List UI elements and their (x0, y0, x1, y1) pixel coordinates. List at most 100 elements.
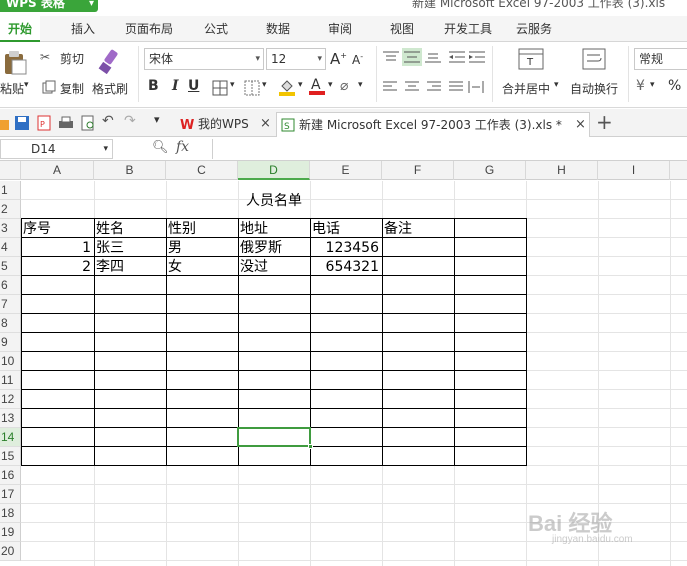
column-header-e[interactable]: E (310, 161, 382, 180)
header-cell-address[interactable]: 地址 (240, 220, 268, 238)
insert-function-button[interactable]: fx (176, 139, 189, 155)
column-header-a[interactable]: A (21, 161, 94, 180)
align-middle-icon[interactable] (402, 48, 422, 66)
row-header-9[interactable]: 9 (0, 333, 21, 352)
header-cell-no[interactable]: 序号 (23, 220, 51, 238)
justify-icon[interactable] (448, 80, 464, 94)
percent-button[interactable]: % (668, 78, 681, 94)
row-header-4[interactable]: 4 (0, 238, 21, 257)
name-box[interactable]: D14 ▾ (0, 139, 113, 159)
paste-icon[interactable] (2, 50, 28, 76)
folder-icon[interactable] (0, 115, 10, 131)
borders-icon[interactable] (212, 80, 228, 96)
cell-style-icon[interactable] (244, 80, 260, 96)
cut-button[interactable]: 剪切 (60, 50, 84, 67)
new-tab-icon[interactable]: + (596, 109, 613, 135)
tab-my-wps[interactable]: W 我的WPS × (176, 112, 271, 137)
copy-button[interactable]: 复制 (60, 80, 84, 97)
align-bottom-icon[interactable] (424, 50, 442, 64)
redo-icon[interactable]: ↷ (124, 113, 140, 129)
select-all-corner[interactable] (0, 161, 21, 180)
cell-name[interactable]: 张三 (96, 239, 124, 257)
cell-address[interactable]: 没过 (240, 258, 268, 276)
row-header-16[interactable]: 16 (0, 466, 21, 485)
header-cell-phone[interactable]: 电话 (312, 220, 340, 238)
fill-color-icon[interactable] (278, 78, 296, 96)
print-preview-icon[interactable] (80, 115, 96, 131)
merge-center-icon[interactable]: T (518, 48, 544, 72)
copy-icon[interactable] (42, 80, 56, 94)
chevron-down-icon[interactable]: ▾ (230, 80, 235, 90)
clear-format-icon[interactable]: ⌀ (340, 78, 348, 94)
row-header-7[interactable]: 7 (0, 295, 21, 314)
increase-indent-icon[interactable] (468, 50, 486, 64)
font-size-select[interactable]: 12 ▾ (266, 48, 326, 70)
chevron-down-icon[interactable]: ▾ (554, 80, 559, 90)
column-header-d[interactable]: D (238, 161, 310, 180)
wrap-text-button[interactable]: 自动换行 (570, 80, 618, 97)
save-icon[interactable] (14, 115, 30, 131)
cell-no[interactable]: 2 (21, 258, 91, 276)
cell-phone[interactable]: 654321 (310, 258, 379, 276)
wrap-text-icon[interactable] (582, 48, 606, 72)
row-header-6[interactable]: 6 (0, 276, 21, 295)
column-header-b[interactable]: B (94, 161, 166, 180)
tab-document[interactable]: S 新建 Microsoft Excel 97-2003 工作表 (3).xls… (276, 112, 590, 137)
tab-developer[interactable]: 开发工具 (440, 16, 496, 42)
cell-address[interactable]: 俄罗斯 (240, 239, 282, 257)
customize-qa-icon[interactable]: ▾ (154, 113, 170, 129)
italic-button[interactable]: I (172, 78, 179, 94)
undo-icon[interactable]: ↶ (102, 113, 118, 129)
tab-review[interactable]: 审阅 (320, 16, 360, 42)
header-cell-gender[interactable]: 性别 (168, 220, 196, 238)
export-pdf-icon[interactable]: P (36, 115, 52, 131)
tab-insert[interactable]: 插入 (62, 16, 104, 42)
chevron-down-icon[interactable]: ▾ (650, 80, 655, 90)
decrease-font-icon[interactable]: A- (352, 52, 363, 67)
row-header-2[interactable]: 2 (0, 200, 21, 219)
font-name-select[interactable]: 宋体 ▾ (144, 48, 264, 70)
row-header-17[interactable]: 17 (0, 485, 21, 504)
format-painter-button[interactable]: 格式刷 (92, 80, 128, 97)
row-header-19[interactable]: 19 (0, 523, 21, 542)
tab-cloud[interactable]: 云服务 (512, 16, 556, 42)
cell-gender[interactable]: 男 (168, 239, 182, 257)
scissors-icon[interactable]: ✂ (40, 50, 50, 64)
sheet-title-cell[interactable]: 人员名单 (238, 192, 310, 210)
cell-phone[interactable]: 123456 (310, 239, 379, 257)
cell-no[interactable]: 1 (21, 239, 91, 257)
row-header-12[interactable]: 12 (0, 390, 21, 409)
row-header-15[interactable]: 15 (0, 447, 21, 466)
align-left-icon[interactable] (382, 80, 398, 94)
active-cell-selection[interactable] (237, 427, 313, 449)
zoom-search-icon[interactable]: 🔍︎ (152, 140, 169, 155)
tab-data[interactable]: 数据 (258, 16, 298, 42)
currency-icon[interactable]: ¥ (636, 78, 645, 94)
header-cell-note[interactable]: 备注 (384, 220, 412, 238)
column-header-h[interactable]: H (526, 161, 598, 180)
column-header-f[interactable]: F (382, 161, 454, 180)
bold-button[interactable]: B (148, 78, 159, 94)
number-format-select[interactable]: 常规 (634, 48, 687, 70)
fill-handle[interactable] (308, 444, 313, 449)
row-header-18[interactable]: 18 (0, 504, 21, 523)
column-header-i[interactable]: I (598, 161, 670, 180)
print-icon[interactable] (58, 115, 74, 131)
row-header-1[interactable]: 1 (0, 181, 21, 200)
cell-name[interactable]: 李四 (96, 258, 124, 276)
row-header-10[interactable]: 10 (0, 352, 21, 371)
column-header-g[interactable]: G (454, 161, 526, 180)
chevron-down-icon[interactable]: ▾ (328, 80, 333, 90)
font-color-icon[interactable]: A (308, 76, 326, 96)
header-cell-name[interactable]: 姓名 (96, 220, 124, 238)
decrease-indent-icon[interactable] (448, 50, 466, 64)
cell-gender[interactable]: 女 (168, 258, 182, 276)
chevron-down-icon[interactable]: ▾ (358, 80, 363, 90)
row-header-11[interactable]: 11 (0, 371, 21, 390)
tab-view[interactable]: 视图 (382, 16, 422, 42)
increase-font-icon[interactable]: A+ (330, 50, 347, 68)
row-header-3[interactable]: 3 (0, 219, 21, 238)
tab-page-layout[interactable]: 页面布局 (120, 16, 178, 42)
underline-button[interactable]: U (188, 78, 199, 94)
align-right-icon[interactable] (426, 80, 442, 94)
